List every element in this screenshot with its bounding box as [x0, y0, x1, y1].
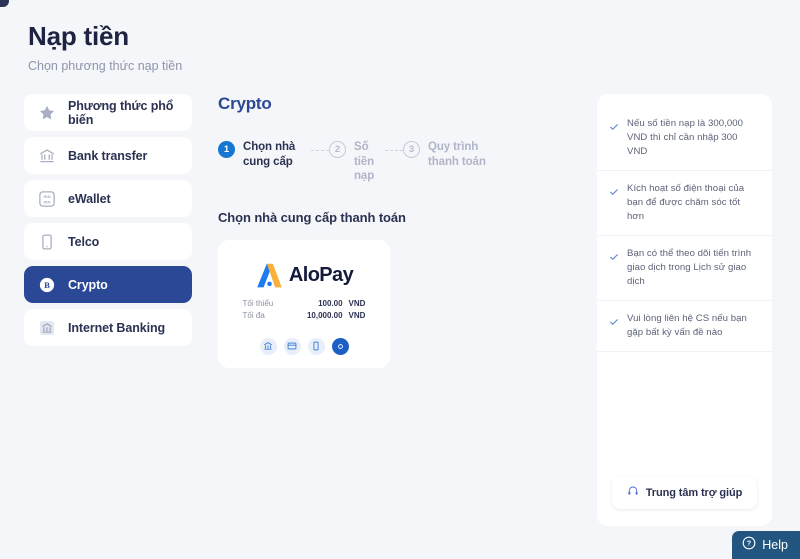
- sidebar-item-bank-transfer[interactable]: Bank transfer: [24, 137, 192, 174]
- provider-min-limit: Tối thiểu 100.00 VND: [243, 298, 366, 310]
- step-number: 2: [329, 141, 346, 158]
- page-title: Nạp tiền: [28, 21, 129, 51]
- checkout-stepper: 1 Chọn nhà cung cấp 2 Số tiền nạp 3 Quy …: [218, 140, 574, 184]
- supported-channels: [259, 337, 349, 355]
- section-title: Chọn nhà cung cấp thanh toán: [218, 209, 406, 225]
- sidebar-item-label: Phương thức phổ biến: [68, 98, 174, 127]
- sidebar-item-ewallet[interactable]: mo mo eWallet: [24, 180, 192, 217]
- sidebar-item-popular[interactable]: Phương thức phổ biến: [24, 94, 192, 131]
- info-panel: Nếu số tiền nạp là 300,000 VND thì chỉ c…: [597, 94, 772, 526]
- internet-banking-icon: [38, 319, 56, 337]
- page-subtitle: Chọn phương thức nạp tiền: [28, 59, 183, 73]
- card-icon: [283, 337, 301, 355]
- provider-logo: AloPay: [255, 262, 354, 289]
- sidebar-item-label: eWallet: [68, 191, 111, 206]
- alopay-logo-icon: [255, 262, 283, 289]
- bitcoin-coin-icon: B: [38, 276, 56, 294]
- check-icon: [609, 314, 619, 325]
- crypto-coin-icon: [331, 337, 349, 355]
- star-icon: [38, 104, 56, 122]
- check-icon: [609, 184, 619, 195]
- info-text: Nếu số tiền nạp là 300,000 VND thì chỉ c…: [627, 118, 743, 157]
- info-item: Bạn có thể theo dõi tiến trình giao dịch…: [597, 236, 772, 301]
- info-text: Bạn có thể theo dõi tiến trình giao dịch…: [627, 248, 752, 287]
- min-label: Tối thiểu: [242, 298, 274, 308]
- sidebar-item-telco[interactable]: Telco: [24, 223, 192, 260]
- main-title: Crypto: [218, 94, 272, 113]
- min-currency: VND: [348, 298, 366, 308]
- sidebar-item-label: Crypto: [68, 277, 108, 292]
- main-content: Crypto 1 Chọn nhà cung cấp 2 Số tiền nạp…: [218, 94, 574, 368]
- step-connector: [311, 150, 329, 151]
- step-1[interactable]: 1 Chọn nhà cung cấp: [218, 140, 311, 169]
- provider-max-limit: Tối đa 10,000.00 VND: [243, 310, 366, 322]
- sidebar-item-label: Bank transfer: [68, 148, 148, 163]
- help-floating-button[interactable]: ? Help: [732, 531, 800, 559]
- headset-icon: [627, 484, 639, 502]
- step-label: Số tiền nạp: [354, 141, 375, 182]
- info-item: Kích hoạt số điện thoại của bạn để được …: [597, 171, 772, 236]
- sidebar-item-label: Telco: [68, 234, 100, 249]
- payment-method-sidebar: Phương thức phổ biến Bank transfer mo mo…: [24, 94, 192, 346]
- svg-text:?: ?: [747, 538, 752, 547]
- svg-text:B: B: [44, 280, 50, 290]
- sidebar-item-crypto[interactable]: B Crypto: [24, 266, 192, 303]
- min-value: 100.00: [318, 298, 343, 308]
- step-number: 1: [218, 141, 235, 158]
- bank-icon: [38, 147, 56, 165]
- help-center-button[interactable]: Trung tâm trợ giúp: [612, 477, 757, 509]
- mobile-phone-icon: [38, 233, 56, 251]
- info-item: Vui lòng liên hệ CS nếu bạn gặp bất kỳ v…: [597, 301, 772, 352]
- info-text: Kích hoạt số điện thoại của bạn để được …: [627, 183, 745, 222]
- deposit-page: Nạp tiền Chọn phương thức nạp tiền Phươn…: [0, 0, 800, 559]
- mobile-phone-icon: [307, 337, 325, 355]
- check-icon: [609, 249, 619, 260]
- step-label: Quy trình thanh toán: [428, 141, 486, 168]
- corner-fragment: [0, 0, 9, 7]
- max-currency: VND: [348, 310, 366, 320]
- sidebar-item-internet-banking[interactable]: Internet Banking: [24, 309, 192, 346]
- svg-text:mo: mo: [43, 195, 50, 200]
- step-number: 3: [403, 141, 420, 158]
- step-2[interactable]: 2 Số tiền nạp: [329, 140, 385, 184]
- question-mark-icon: ?: [742, 536, 756, 555]
- step-connector: [385, 150, 403, 151]
- step-3[interactable]: 3 Quy trình thanh toán: [403, 140, 495, 169]
- help-label: Help: [762, 538, 788, 552]
- max-label: Tối đa: [242, 310, 265, 320]
- svg-text:mo: mo: [43, 200, 50, 205]
- check-icon: [609, 119, 619, 130]
- step-label: Chọn nhà cung cấp: [243, 141, 296, 168]
- provider-card-alopay[interactable]: AloPay Tối thiểu 100.00 VND Tối đa 10,00…: [218, 239, 390, 368]
- sidebar-item-label: Internet Banking: [68, 320, 166, 335]
- provider-name: AloPay: [288, 263, 354, 286]
- momo-wallet-icon: mo mo: [38, 190, 56, 208]
- max-value: 10,000.00: [306, 310, 343, 320]
- info-text: Vui lòng liên hệ CS nếu bạn gặp bất kỳ v…: [627, 313, 747, 338]
- page-header: Nạp tiền Chọn phương thức nạp tiền: [28, 20, 182, 74]
- bank-icon: [259, 337, 277, 355]
- info-item: Nếu số tiền nạp là 300,000 VND thì chỉ c…: [597, 106, 772, 171]
- help-center-label: Trung tâm trợ giúp: [645, 487, 743, 499]
